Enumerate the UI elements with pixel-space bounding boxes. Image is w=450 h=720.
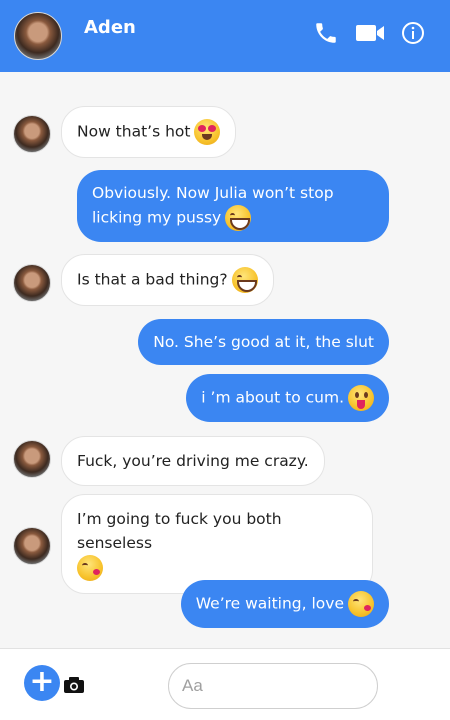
message-text: We’re waiting, love	[195, 594, 344, 613]
grin-sweat-emoji-icon	[225, 205, 252, 231]
contact-avatar[interactable]	[13, 440, 51, 478]
info-icon[interactable]	[401, 20, 425, 46]
grin-sweat-emoji-icon	[231, 267, 258, 293]
contact-avatar[interactable]	[13, 527, 51, 565]
heart-eyes-emoji-icon	[194, 119, 221, 145]
incoming-message[interactable]: Now that’s hot	[61, 106, 237, 158]
contact-avatar[interactable]	[13, 115, 51, 153]
outgoing-message[interactable]: Obviously. Now Julia won’t stop licking …	[77, 170, 389, 242]
incoming-message[interactable]: Fuck, you’re driving me crazy.	[61, 436, 325, 486]
message-text: i ’m about to cum.	[201, 388, 344, 407]
add-button[interactable]: +	[24, 665, 60, 701]
tongue-out-emoji-icon	[348, 385, 374, 411]
outgoing-message[interactable]: No. She’s good at it, the slut	[138, 319, 389, 365]
message-text: No. She’s good at it, the slut	[153, 333, 374, 351]
contact-avatar[interactable]	[14, 12, 62, 60]
incoming-message[interactable]: I’m going to fuck you both senseless	[61, 494, 373, 594]
composer-bar: +	[0, 648, 450, 720]
chat-header: Aden	[0, 0, 450, 72]
message-text: Now that’s hot	[77, 122, 191, 141]
message-text: Is that a bad thing?	[77, 270, 228, 289]
message-text: Obviously. Now Julia won’t stop licking …	[92, 184, 334, 227]
contact-name[interactable]: Aden	[84, 17, 136, 38]
outgoing-message[interactable]: We’re waiting, love	[180, 580, 389, 628]
camera-icon[interactable]	[63, 676, 85, 694]
message-input[interactable]	[168, 663, 378, 709]
outgoing-message[interactable]: i ’m about to cum.	[186, 374, 389, 422]
incoming-message[interactable]: Is that a bad thing?	[61, 254, 274, 306]
message-text: Fuck, you’re driving me crazy.	[77, 452, 309, 470]
message-text: I’m going to fuck you both senseless	[77, 510, 282, 552]
contact-avatar[interactable]	[13, 264, 51, 302]
phone-icon[interactable]	[313, 20, 339, 46]
video-camera-icon[interactable]	[355, 22, 385, 44]
kiss-heart-emoji-icon	[77, 555, 103, 581]
kiss-heart-emoji-icon	[348, 591, 374, 617]
